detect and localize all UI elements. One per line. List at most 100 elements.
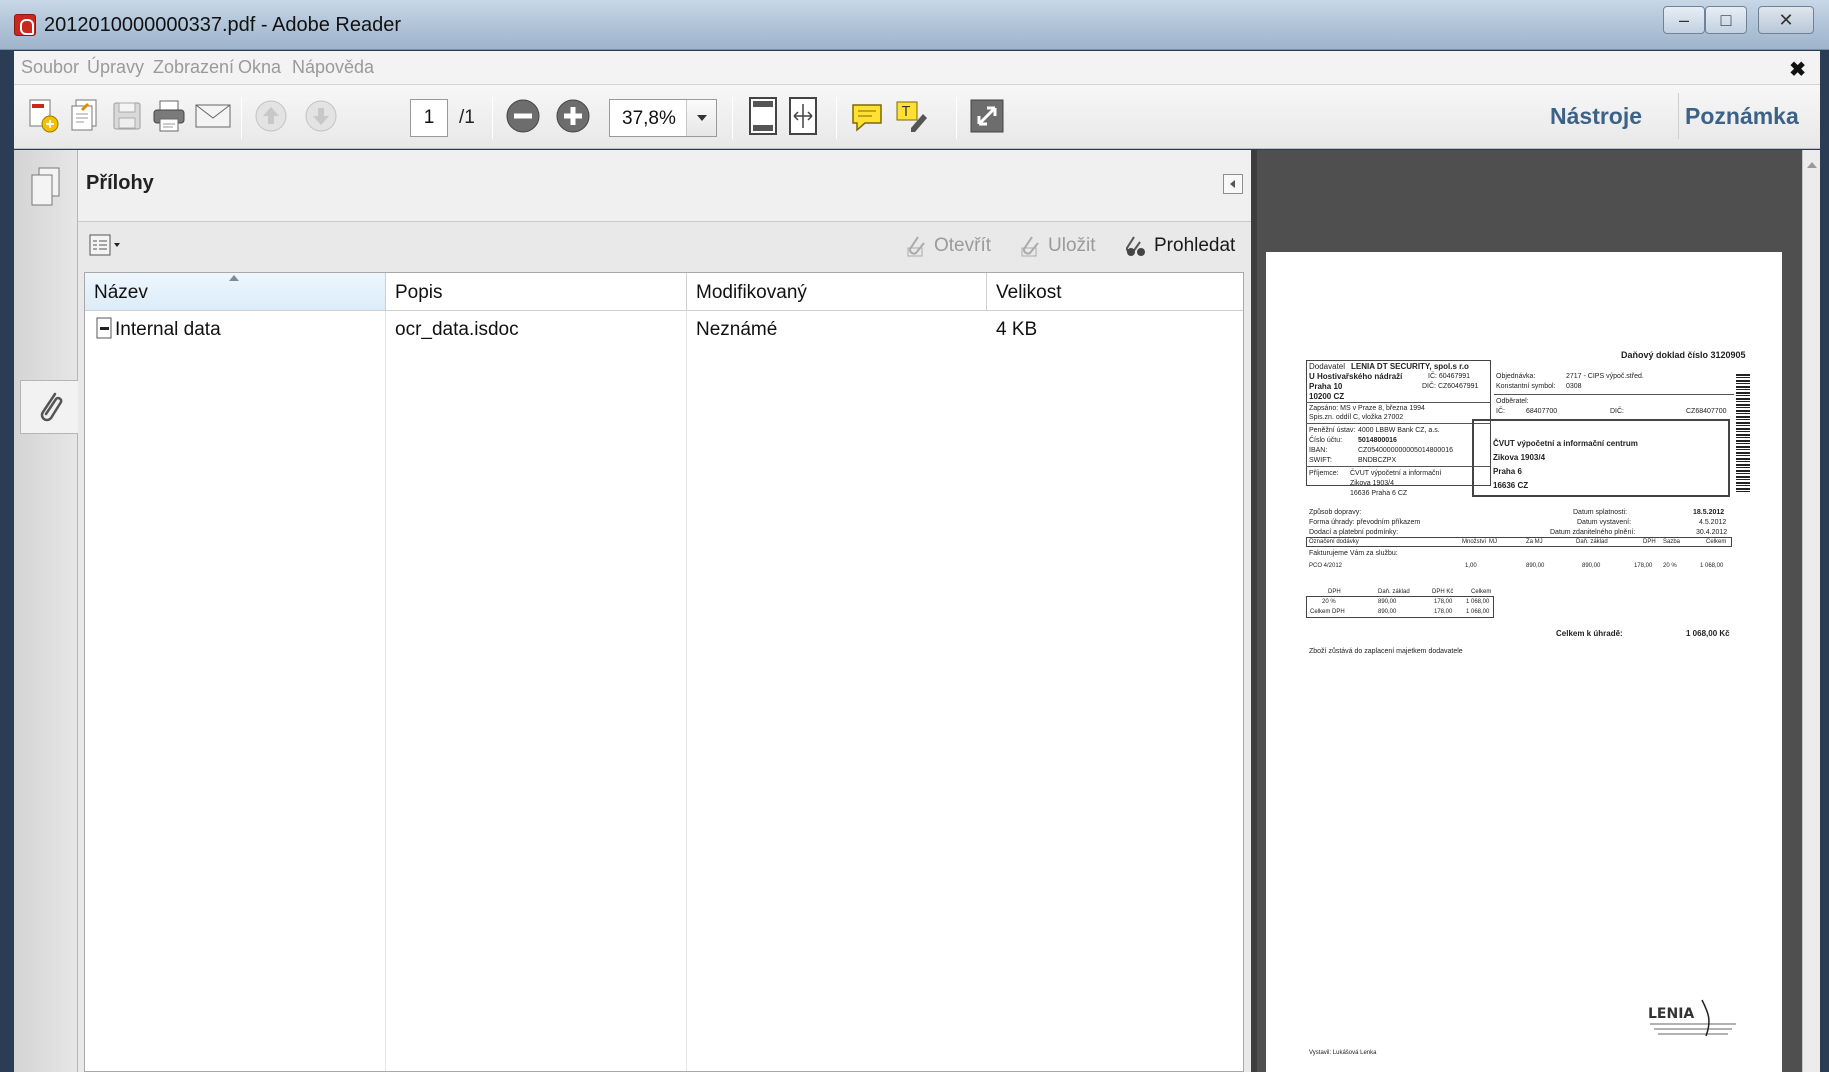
zoom-in-icon[interactable] [554,97,592,135]
document-view[interactable]: Daňový doklad číslo 3120905 Dodavatel LE… [1251,150,1820,1072]
order-value: 2717 - CIPS výpoč.střed. [1566,373,1644,380]
page-total: /1 [459,107,475,128]
page-up-icon[interactable] [252,97,290,135]
iban-value: CZ0540000000005014800016 [1358,447,1453,454]
barcode [1736,374,1750,492]
export-icon[interactable] [66,97,104,135]
buyer-label: Odběratel: [1496,398,1529,405]
due-date-label: Datum splatnosti: [1573,509,1628,516]
list-view-icon [89,234,120,256]
print-icon[interactable] [150,97,188,135]
page-down-icon[interactable] [302,97,340,135]
close-document-button[interactable]: ✖ [1789,57,1806,82]
item-cell: 890,00 [1526,563,1545,569]
menu-bar: Soubor Úpravy Zobrazení Okna Nápověda ✖ [14,51,1820,85]
divider [1306,402,1491,403]
open-attachment-label: Otevřít [934,235,992,256]
payment-method: Forma úhrady: převodním příkazem [1309,519,1421,526]
comments-link[interactable]: Poznámka [1685,103,1799,130]
constant-symbol-label: Konstantní symbol: [1496,383,1556,390]
constant-symbol-value: 0308 [1566,383,1582,390]
supplier-name: LENIA DT SECURITY, spol.s r.o [1351,362,1469,371]
attachments-panel: Přílohy Otevřít Uložit Prohledat Název P… [78,150,1251,1072]
navigation-pane [14,150,78,1072]
toolbar-separator [241,97,242,139]
menu-help[interactable]: Nápověda [292,57,374,78]
zoom-value: 37,8% [622,108,676,129]
open-attachment-button[interactable]: Otevřít [904,234,991,258]
buyer-ic-label: IČ: [1496,408,1505,415]
column-header-size[interactable]: Velikost [987,273,1243,311]
toolbar-separator [956,97,957,139]
window-frame-right [1820,50,1829,1072]
attachment-description: ocr_data.isdoc [395,319,519,340]
company-stamp: LENIA [1646,992,1742,1040]
supplier-street: U Hostivařského nádraží [1309,372,1403,381]
save-icon[interactable] [108,97,146,135]
collapse-panel-button[interactable] [1223,174,1243,194]
invoice-title: Daňový doklad číslo 3120905 [1621,350,1746,360]
vat-cell: 20 % [1322,599,1336,605]
view-options-button[interactable] [88,232,126,258]
items-intro: Fakturujeme Vám za službu: [1309,550,1398,557]
column-header-description[interactable]: Popis [386,273,687,311]
chevron-down-icon[interactable] [686,100,716,136]
vat-cell: Celkem DPH [1310,609,1345,615]
toolbar-separator [492,97,493,139]
tools-link[interactable]: Nástroje [1550,103,1642,130]
minimize-button[interactable]: – [1663,6,1705,34]
highlight-icon[interactable]: T [892,97,930,135]
attachment-name: Internal data [115,319,221,340]
email-icon[interactable] [194,97,232,135]
tax-date: 30.4.2012 [1696,529,1728,536]
comment-icon[interactable] [848,97,886,135]
issued-by: Vystavil: Lukášová Lenka [1309,1050,1377,1056]
maximize-button[interactable]: □ [1705,6,1747,34]
scroll-up-icon[interactable] [1807,162,1817,168]
vat-header-cell: Daň. základ [1378,589,1410,595]
pages-panel-button[interactable] [22,160,70,214]
supplier-registry: Zapsáno: MS v Praze 8, března 1994 [1309,405,1425,412]
search-attachment-button[interactable]: Prohledat [1122,234,1235,258]
create-pdf-icon[interactable] [24,97,62,135]
zoom-select[interactable]: 37,8% [609,99,717,137]
toolbar-separator [1678,93,1679,139]
menu-edit[interactable]: Úpravy [87,57,144,78]
buyer-city: Praha 6 [1493,467,1522,476]
column-header-name-label: Název [94,282,148,303]
menu-window[interactable]: Okna [238,57,281,78]
swift-label: SWIFT: [1309,457,1332,464]
transport-label: Způsob dopravy: [1309,509,1362,516]
sort-ascending-icon [229,275,239,281]
column-header-name[interactable]: Název [85,273,386,311]
menu-file[interactable]: Soubor [21,57,79,78]
items-header-cell: Celkem [1706,539,1727,545]
vat-cell: 1 068,00 [1466,609,1490,615]
issue-date-label: Datum vystavení: [1577,519,1632,526]
fullscreen-icon[interactable] [968,97,1006,135]
adobe-reader-window: 2012010000000337.pdf - Adobe Reader – □ … [0,0,1829,1072]
iban-label: IBAN: [1309,447,1328,454]
panel-splitter[interactable] [1251,150,1257,1072]
page-number-input[interactable]: 1 [410,99,448,137]
zoom-out-icon[interactable] [504,97,542,135]
attachment-modified: Neznámé [696,319,778,340]
fit-width-icon[interactable] [784,97,822,135]
save-attachment-button[interactable]: Uložit [1018,234,1096,258]
supplier-zip: 10200 CZ [1309,392,1345,401]
column-body [85,311,386,1071]
column-header-modified[interactable]: Modifikovaný [687,273,987,311]
stamp-logo: LENIA [1648,1006,1694,1022]
window-frame-left [0,50,14,1072]
attachments-panel-button[interactable] [20,380,78,434]
total-label: Celkem k úhradě: [1556,629,1623,638]
supplier-city: Praha 10 [1309,382,1343,391]
supplier-ic: IČ: 60467991 [1428,373,1471,380]
vertical-scrollbar[interactable] [1802,150,1820,1072]
menu-view[interactable]: Zobrazení [153,57,234,78]
window-title: 2012010000000337.pdf - Adobe Reader [44,14,401,36]
fit-page-icon[interactable] [744,97,782,135]
close-window-button[interactable]: ✕ [1758,6,1814,34]
buyer-dic-label: DIČ: [1610,408,1624,415]
open-attachment-icon [907,236,925,257]
